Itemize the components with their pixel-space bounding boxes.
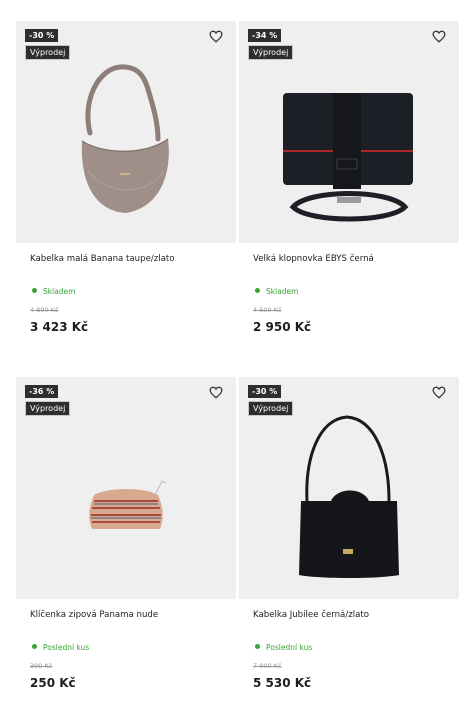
stock-status: Poslední kus <box>255 643 312 652</box>
stock-dot-icon <box>32 288 37 293</box>
product-card: -30 % Výprodej Kabelka malá Banana taupe… <box>16 21 236 334</box>
product-card: -30 % Výprodej Kabelka Jubilee černá/zla… <box>239 377 459 690</box>
heart-icon[interactable] <box>209 386 225 402</box>
discount-badge: -34 % <box>248 29 282 42</box>
product-image-link[interactable]: -30 % Výprodej <box>16 21 236 243</box>
discount-badge: -30 % <box>248 385 282 398</box>
stock-status: Skladem <box>32 287 75 296</box>
product-title[interactable]: Klíčenka zipová Panama nude <box>30 610 158 620</box>
product-image-link[interactable]: -36 % Výprodej <box>16 377 236 599</box>
stock-dot-icon <box>255 644 260 649</box>
product-image-link[interactable]: -34 % Výprodej <box>239 21 459 243</box>
product-card: -36 % Výprodej Klíčenka zipová Panama nu… <box>16 377 236 690</box>
sale-badge: Výprodej <box>248 401 294 416</box>
badge-group: -36 % Výprodej <box>25 385 71 419</box>
stock-status: Skladem <box>255 287 298 296</box>
original-price: 390 Kč <box>30 662 53 670</box>
heart-icon[interactable] <box>209 30 225 46</box>
current-price: 5 530 Kč <box>253 676 312 690</box>
discount-badge: -36 % <box>25 385 59 398</box>
product-card: -34 % Výprodej Velká klopnovka EBYS čern… <box>239 21 459 334</box>
current-price: 2 950 Kč <box>253 320 312 334</box>
original-price: 7 900 Kč <box>253 662 282 670</box>
sale-badge: Výprodej <box>25 401 71 416</box>
stock-dot-icon <box>32 644 37 649</box>
badge-group: -30 % Výprodej <box>25 29 71 63</box>
stock-label: Poslední kus <box>266 643 313 652</box>
heart-icon[interactable] <box>432 386 448 402</box>
product-title[interactable]: Kabelka Jubilee černá/zlato <box>253 610 369 620</box>
original-price: 4 500 Kč <box>253 306 282 314</box>
product-title[interactable]: Kabelka malá Banana taupe/zlato <box>30 254 175 264</box>
stock-dot-icon <box>255 288 260 293</box>
sale-badge: Výprodej <box>25 45 71 60</box>
product-grid: -30 % Výprodej Kabelka malá Banana taupe… <box>0 0 467 720</box>
badge-group: -30 % Výprodej <box>248 385 294 419</box>
product-title[interactable]: Velká klopnovka EBYS černá <box>253 254 374 264</box>
stock-status: Poslední kus <box>32 643 89 652</box>
product-image-link[interactable]: -30 % Výprodej <box>239 377 459 599</box>
stock-label: Skladem <box>43 287 76 296</box>
sale-badge: Výprodej <box>248 45 294 60</box>
stock-label: Poslední kus <box>43 643 90 652</box>
original-price: 4 890 Kč <box>30 306 59 314</box>
current-price: 3 423 Kč <box>30 320 89 334</box>
discount-badge: -30 % <box>25 29 59 42</box>
heart-icon[interactable] <box>432 30 448 46</box>
stock-label: Skladem <box>266 287 299 296</box>
current-price: 250 Kč <box>30 676 76 690</box>
badge-group: -34 % Výprodej <box>248 29 294 63</box>
